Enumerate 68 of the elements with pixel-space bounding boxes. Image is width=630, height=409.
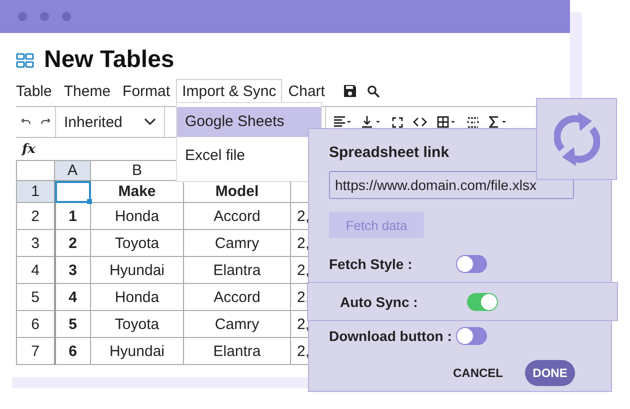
column-header[interactable]: B [132, 162, 142, 179]
table-cell: Elantra [213, 262, 261, 278]
table-cell: Hyundai [109, 262, 165, 278]
window-dot-icon[interactable] [18, 12, 27, 21]
document-title: New Tables [44, 46, 174, 74]
table-cell: Model [215, 183, 259, 200]
panel-title: Spreadsheet link [329, 143, 450, 163]
grid-icon [16, 52, 34, 68]
align-left-icon[interactable] [334, 116, 352, 128]
save-icon[interactable] [342, 84, 357, 98]
table-cell: Make [118, 183, 156, 200]
table-cell: 3 [68, 262, 77, 278]
menu-tab[interactable]: Format [116, 78, 176, 104]
align-bottom-icon[interactable] [362, 116, 382, 128]
fill-handle[interactable] [87, 199, 92, 204]
table-cell: Elantra [213, 342, 261, 360]
search-icon[interactable] [366, 84, 380, 98]
table-cell: 2, [297, 342, 310, 360]
table-cell: Hyundai [109, 342, 165, 360]
toggle-label: Download button : [329, 328, 453, 344]
border-icon[interactable] [437, 116, 457, 128]
table-cell: 6 [68, 342, 77, 360]
window-dot-icon[interactable] [40, 12, 49, 21]
menu-item[interactable]: Google Sheets [177, 107, 321, 137]
code-icon[interactable] [413, 117, 427, 127]
toggle-label: Fetch Style : [329, 256, 414, 272]
table-cell: 2, [297, 234, 310, 252]
merge-icon[interactable] [467, 116, 479, 128]
table-cell: Honda [114, 288, 160, 306]
table-cell: 2, [297, 262, 310, 278]
table-cell: 5 [68, 316, 77, 332]
table-cell: Toyota [114, 234, 160, 252]
table-cell: 2, [297, 316, 310, 332]
table-cell: Accord [214, 208, 260, 224]
table-cell: 2, [297, 208, 310, 224]
expand-icon[interactable] [392, 116, 403, 128]
row-header[interactable]: 1 [31, 183, 40, 200]
row-header[interactable]: 6 [31, 316, 40, 332]
cancel-button[interactable]: CANCEL [447, 360, 509, 386]
row-header[interactable]: 5 [31, 288, 40, 306]
toggle-switch[interactable] [456, 255, 487, 273]
row-header[interactable]: 2 [31, 208, 40, 224]
row-header[interactable]: 7 [31, 342, 40, 360]
done-button[interactable]: DONE [525, 360, 575, 386]
table-cell: 4 [68, 288, 77, 306]
table-cell: 1 [68, 208, 77, 224]
formula-label: fx [22, 142, 36, 156]
url-field[interactable]: https://www.domain.com/file.xlsx [329, 171, 574, 199]
row-header[interactable]: 4 [31, 262, 40, 278]
chevron-icon[interactable] [144, 118, 156, 126]
table-cell: Accord [214, 288, 260, 306]
table-cell: Camry [214, 316, 260, 332]
table-cell: Camry [214, 234, 260, 252]
menu-tab[interactable]: Theme [58, 78, 117, 104]
table-cell: Honda [114, 208, 160, 224]
table-cell: Toyota [114, 316, 160, 332]
toggle-label: Auto Sync : [340, 294, 419, 310]
row-header[interactable]: 3 [31, 234, 40, 252]
sync-icon [554, 111, 600, 167]
toggle-switch[interactable] [467, 292, 498, 310]
menu-tab[interactable]: Chart [282, 78, 331, 104]
menu-tab[interactable]: Import & Sync [176, 78, 282, 104]
sum-icon[interactable] [489, 116, 508, 128]
menu-tab[interactable]: Table [10, 78, 58, 104]
font-select[interactable]: Inherited [56, 107, 165, 137]
window-dot-icon[interactable] [62, 12, 71, 21]
toggle-switch[interactable] [456, 327, 487, 345]
table-cell: 2 [68, 234, 77, 252]
